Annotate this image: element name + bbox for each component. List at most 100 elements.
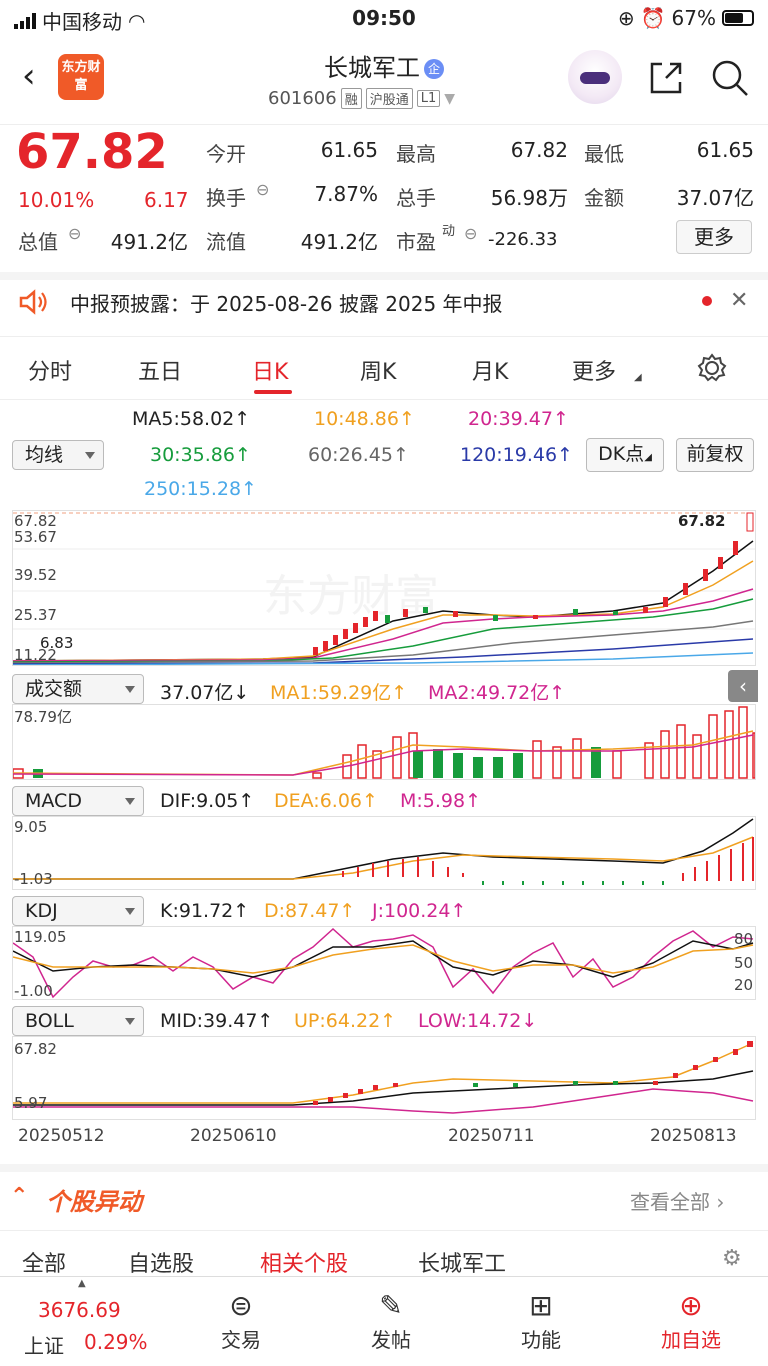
tab-daily-k[interactable]: 日K bbox=[252, 354, 288, 386]
active-tab-indicator bbox=[254, 390, 292, 394]
ma10-value: 10:48.86↑ bbox=[314, 408, 415, 430]
chevron-up-icon: ▲ bbox=[78, 1278, 86, 1289]
ma20-value: 20:39.47↑ bbox=[468, 408, 569, 430]
boll-plot bbox=[13, 1041, 754, 1114]
connect-tag: 沪股通 bbox=[365, 88, 413, 109]
tab-trade-label: 交易 bbox=[221, 1328, 261, 1352]
kdj-level-80: 80 bbox=[734, 930, 754, 948]
settings-gear-icon[interactable] bbox=[696, 352, 728, 384]
pe-superscript: 动 bbox=[442, 224, 456, 239]
chevron-up-icon[interactable]: ⌃ bbox=[10, 1184, 28, 1209]
boll-up: UP:64.22↑ bbox=[294, 1010, 397, 1032]
tab-add-watchlist-label: 加自选 bbox=[661, 1328, 721, 1352]
ma250-value: 250:15.28↑ bbox=[144, 478, 257, 500]
assistant-avatar[interactable] bbox=[568, 50, 622, 104]
kline-axis-2: 53.67 bbox=[14, 528, 57, 546]
open-value: 61.65 bbox=[320, 138, 378, 162]
close-icon[interactable]: ✕ bbox=[730, 288, 748, 313]
ma-select[interactable]: 均线 bbox=[12, 440, 104, 470]
stock-code: 601606 bbox=[268, 88, 337, 109]
info-icon[interactable]: ⊖ bbox=[68, 224, 81, 243]
volume-value: 56.98万 bbox=[490, 186, 568, 210]
index-name[interactable]: 上证 bbox=[24, 1330, 64, 1359]
volume-select-label: 成交额 bbox=[25, 678, 83, 700]
chevron-down-icon[interactable]: ▼ bbox=[444, 91, 455, 107]
tab-monthly-k[interactable]: 月K bbox=[472, 354, 508, 386]
collapse-arrow-icon[interactable]: ‹ bbox=[728, 670, 758, 702]
high-value: 67.82 bbox=[510, 138, 568, 162]
boll-select[interactable]: BOLL bbox=[12, 1006, 144, 1036]
kdj-level-20: 20 bbox=[734, 976, 754, 994]
kdj-j: J:100.24↑ bbox=[372, 900, 467, 922]
kline-plot[interactable]: 东方财富 bbox=[13, 511, 755, 665]
index-change[interactable]: 0.29% bbox=[84, 1330, 148, 1354]
view-all-label: 查看全部 bbox=[630, 1190, 710, 1214]
volume-value: 37.07亿↓ bbox=[160, 682, 250, 704]
level-tag: L1 bbox=[416, 90, 441, 107]
boll-select-label: BOLL bbox=[25, 1010, 74, 1032]
kdj-select-label: KDJ bbox=[25, 900, 58, 922]
macd-select[interactable]: MACD bbox=[12, 786, 144, 816]
add-circle-icon: ⊕ bbox=[679, 1289, 703, 1322]
subtab-all[interactable]: 全部 bbox=[22, 1246, 66, 1278]
tab-add-watchlist[interactable]: ⊕ 加自选 bbox=[636, 1288, 746, 1353]
info-icon[interactable]: ⊖ bbox=[464, 224, 477, 243]
float-label: 流值 bbox=[206, 230, 246, 254]
tab-weekly-k[interactable]: 周K bbox=[360, 354, 396, 386]
tab-five-day[interactable]: 五日 bbox=[138, 354, 182, 386]
more-button[interactable]: 更多 bbox=[676, 220, 752, 254]
section-title: 个股异动 bbox=[46, 1188, 142, 1216]
adjust-button[interactable]: 前复权 bbox=[676, 438, 754, 472]
pe-label: 市盈 bbox=[396, 230, 436, 254]
notice-text[interactable]: 中报预披露：于 2025-08-26 披露 2025 年中报 bbox=[70, 288, 503, 317]
subtab-stock[interactable]: 长城军工 bbox=[418, 1246, 506, 1278]
kdj-k: K:91.72↑ bbox=[160, 900, 250, 922]
tab-functions[interactable]: ⊞ 功能 bbox=[486, 1288, 596, 1353]
status-bar: 中国移动 ◠ 09:50 ⊕ ⏰ 67% bbox=[0, 0, 768, 38]
sub-tabs bbox=[0, 1230, 768, 1276]
battery-percent: 67% bbox=[671, 6, 716, 30]
kline-last-price: 67.82 bbox=[678, 512, 726, 530]
volume-ma2: MA2:49.72亿↑ bbox=[428, 682, 566, 704]
tab-more[interactable]: 更多 bbox=[572, 354, 616, 386]
enterprise-badge: 企 bbox=[424, 59, 444, 79]
svg-text:东方财富: 东方财富 bbox=[263, 571, 439, 622]
tab-intraday[interactable]: 分时 bbox=[28, 354, 72, 386]
change-percent: 10.01% bbox=[18, 188, 95, 212]
volume-select[interactable]: 成交额 bbox=[12, 674, 144, 704]
chevron-down-icon: ◢ bbox=[634, 372, 642, 383]
dk-point-button[interactable]: DK点◢ bbox=[586, 438, 664, 472]
view-all-link[interactable]: 查看全部 › bbox=[630, 1186, 724, 1215]
grid-icon: ⊞ bbox=[529, 1289, 553, 1322]
kline-axis-4: 25.37 bbox=[14, 606, 57, 624]
subtab-related[interactable]: 相关个股 bbox=[260, 1246, 348, 1278]
float-value: 491.2亿 bbox=[300, 230, 378, 254]
tab-functions-label: 功能 bbox=[521, 1328, 561, 1352]
tab-trade[interactable]: ⊜ 交易 bbox=[186, 1288, 296, 1353]
boll-axis-top: 67.82 bbox=[14, 1040, 57, 1058]
boll-low: LOW:14.72↓ bbox=[418, 1010, 538, 1032]
stock-name: 长城军工 bbox=[324, 54, 420, 82]
macd-axis-top: 9.05 bbox=[14, 818, 48, 836]
dk-point-label: DK点 bbox=[598, 443, 645, 465]
tab-post[interactable]: ✎ 发帖 bbox=[336, 1288, 446, 1353]
index-value[interactable]: 3676.69 bbox=[38, 1298, 121, 1322]
ma5-value: MA5:58.02↑ bbox=[132, 408, 251, 430]
share-icon[interactable] bbox=[646, 58, 686, 98]
macd-m: M:5.98↑ bbox=[400, 790, 482, 812]
macd-plot bbox=[13, 818, 754, 885]
ma120-value: 120:19.46↑ bbox=[460, 444, 573, 466]
kdj-select[interactable]: KDJ bbox=[12, 896, 144, 926]
low-label: 最低 bbox=[584, 142, 624, 166]
speaker-icon bbox=[19, 289, 47, 315]
kdj-d: D:87.47↑ bbox=[264, 900, 356, 922]
last-price: 67.82 bbox=[16, 124, 168, 180]
volume-axis-top: 78.79亿 bbox=[14, 708, 72, 726]
info-icon[interactable]: ⊖ bbox=[256, 180, 269, 199]
lock-rotation-icon: ⊕ bbox=[617, 6, 635, 30]
kdj-axis-bottom: -1.00 bbox=[14, 982, 53, 1000]
gear-icon[interactable]: ⚙ bbox=[722, 1246, 742, 1271]
subtab-watchlist[interactable]: 自选股 bbox=[128, 1246, 194, 1278]
search-icon[interactable] bbox=[710, 58, 750, 98]
yen-swap-icon: ⊜ bbox=[229, 1289, 253, 1322]
